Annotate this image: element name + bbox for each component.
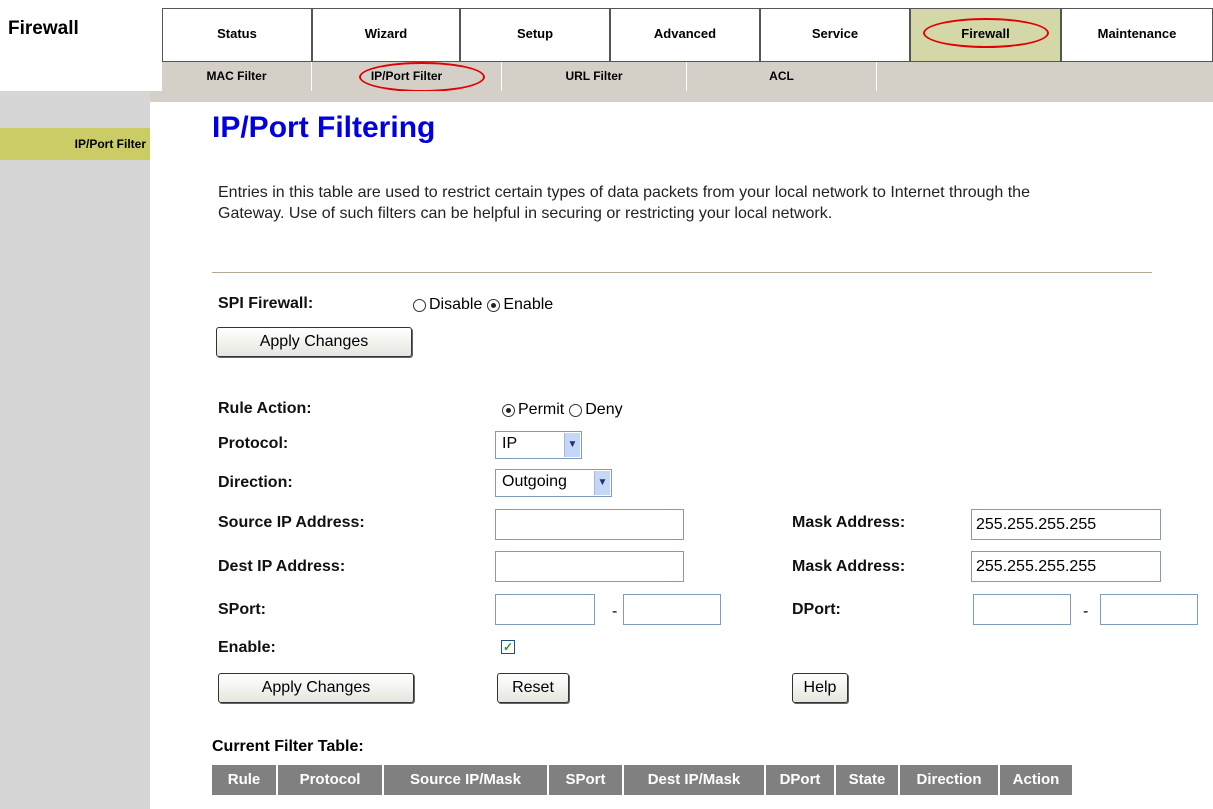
sidebar-item-label: IP/Port Filter	[74, 137, 146, 151]
page-description: Entries in this table are used to restri…	[218, 184, 1030, 222]
tab-service-label: Service	[811, 26, 859, 41]
rule-permit-label: Permit	[518, 401, 565, 418]
tab-wizard-label: Wizard	[364, 26, 408, 41]
source-ip-label: Source IP Address:	[218, 514, 365, 531]
dest-ip-label: Dest IP Address:	[218, 558, 346, 575]
tab-advanced[interactable]: Advanced	[610, 8, 760, 61]
subtab-mac-filter[interactable]: MAC Filter	[162, 62, 312, 91]
sport-range-separator: -	[612, 603, 618, 620]
spi-firewall-label: SPI Firewall:	[218, 295, 314, 312]
spi-apply-changes-button[interactable]: Apply Changes	[216, 327, 412, 357]
direction-select-value: Outgoing	[502, 473, 567, 490]
sidebar: IP/Port Filter	[0, 91, 150, 809]
reset-button[interactable]: Reset	[497, 673, 569, 703]
dport-label: DPort:	[792, 601, 841, 618]
tab-status[interactable]: Status	[162, 8, 312, 61]
table-header-protocol: Protocol	[278, 765, 384, 795]
table-header-rule: Rule	[212, 765, 278, 795]
subtab-mac-filter-label: MAC Filter	[206, 69, 267, 83]
tab-wizard[interactable]: Wizard	[312, 8, 460, 61]
tab-advanced-label: Advanced	[653, 26, 717, 41]
enable-checkbox[interactable]: ✓	[501, 640, 515, 654]
dport-range-separator: -	[1083, 603, 1089, 620]
sub-nav: MAC Filter IP/Port Filter URL Filter ACL	[162, 61, 1213, 92]
sidebar-item-ip-port-filter[interactable]: IP/Port Filter	[0, 128, 150, 160]
table-header-dest-ip-mask: Dest IP/Mask	[624, 765, 766, 795]
tab-setup[interactable]: Setup	[460, 8, 610, 61]
source-ip-input[interactable]	[495, 509, 684, 540]
spi-firewall-radio-group: Disable Enable	[413, 296, 558, 314]
spi-disable-label: Disable	[429, 296, 483, 313]
direction-label: Direction:	[218, 474, 293, 491]
table-header-action: Action	[1012, 771, 1060, 788]
tab-service[interactable]: Service	[760, 8, 910, 61]
rule-apply-changes-button[interactable]: Apply Changes	[218, 673, 414, 703]
direction-select[interactable]: Outgoing ▼	[495, 469, 612, 497]
source-mask-input[interactable]: 255.255.255.255	[971, 509, 1161, 540]
divider	[212, 272, 1152, 273]
table-header-sport: SPort	[549, 765, 624, 795]
dport-start-input[interactable]	[973, 594, 1071, 625]
subtab-acl-label: ACL	[769, 69, 794, 83]
spi-enable-label: Enable	[503, 296, 554, 313]
dest-ip-input[interactable]	[495, 551, 684, 582]
dest-mask-input[interactable]: 255.255.255.255	[971, 551, 1161, 582]
help-button[interactable]: Help	[792, 673, 848, 703]
protocol-label: Protocol:	[218, 435, 289, 452]
content-top-band	[0, 91, 1213, 102]
protocol-select[interactable]: IP ▼	[495, 431, 582, 459]
rule-action-label: Rule Action:	[218, 400, 312, 417]
subtab-ip-port-filter[interactable]: IP/Port Filter	[312, 62, 502, 92]
tab-status-label: Status	[217, 26, 257, 41]
rule-action-radio-group: Permit Deny	[502, 401, 628, 419]
filter-table-header: Rule Protocol Source IP/Mask SPort Dest …	[212, 765, 1072, 795]
dest-mask-label: Mask Address:	[792, 558, 906, 575]
tab-maintenance-label: Maintenance	[1097, 26, 1177, 41]
spi-enable-radio[interactable]	[487, 298, 501, 312]
page-title: IP/Port Filtering	[212, 111, 436, 144]
spi-disable-radio[interactable]	[413, 298, 426, 312]
sport-end-input[interactable]	[623, 594, 721, 625]
chevron-down-icon: ▼	[594, 471, 610, 495]
highlight-oval	[923, 18, 1049, 48]
subtab-acl[interactable]: ACL	[687, 62, 877, 91]
tab-firewall[interactable]: Firewall	[910, 8, 1061, 61]
filter-table-title: Current Filter Table:	[212, 738, 364, 755]
sport-label: SPort:	[218, 601, 266, 618]
chevron-down-icon: ▼	[564, 433, 580, 457]
tab-setup-label: Setup	[516, 26, 554, 41]
rule-deny-label: Deny	[585, 401, 623, 418]
tab-maintenance[interactable]: Maintenance	[1061, 8, 1213, 61]
table-header-direction: Direction	[900, 765, 1000, 795]
highlight-oval	[359, 62, 485, 92]
section-title: Firewall	[8, 18, 79, 39]
subtab-url-filter[interactable]: URL Filter	[502, 62, 687, 91]
dport-end-input[interactable]	[1100, 594, 1198, 625]
sport-start-input[interactable]	[495, 594, 595, 625]
table-header-source-ip-mask: Source IP/Mask	[384, 765, 549, 795]
rule-deny-radio[interactable]	[569, 403, 583, 417]
source-mask-label: Mask Address:	[792, 514, 906, 531]
table-header-dport: DPort	[766, 765, 836, 795]
main-nav: Status Wizard Setup Advanced Service Fir…	[162, 8, 1213, 61]
rule-permit-radio[interactable]	[502, 403, 515, 417]
table-header-state: State	[836, 765, 900, 795]
subtab-url-filter-label: URL Filter	[565, 69, 623, 83]
protocol-select-value: IP	[502, 435, 518, 452]
enable-label: Enable:	[218, 639, 276, 656]
